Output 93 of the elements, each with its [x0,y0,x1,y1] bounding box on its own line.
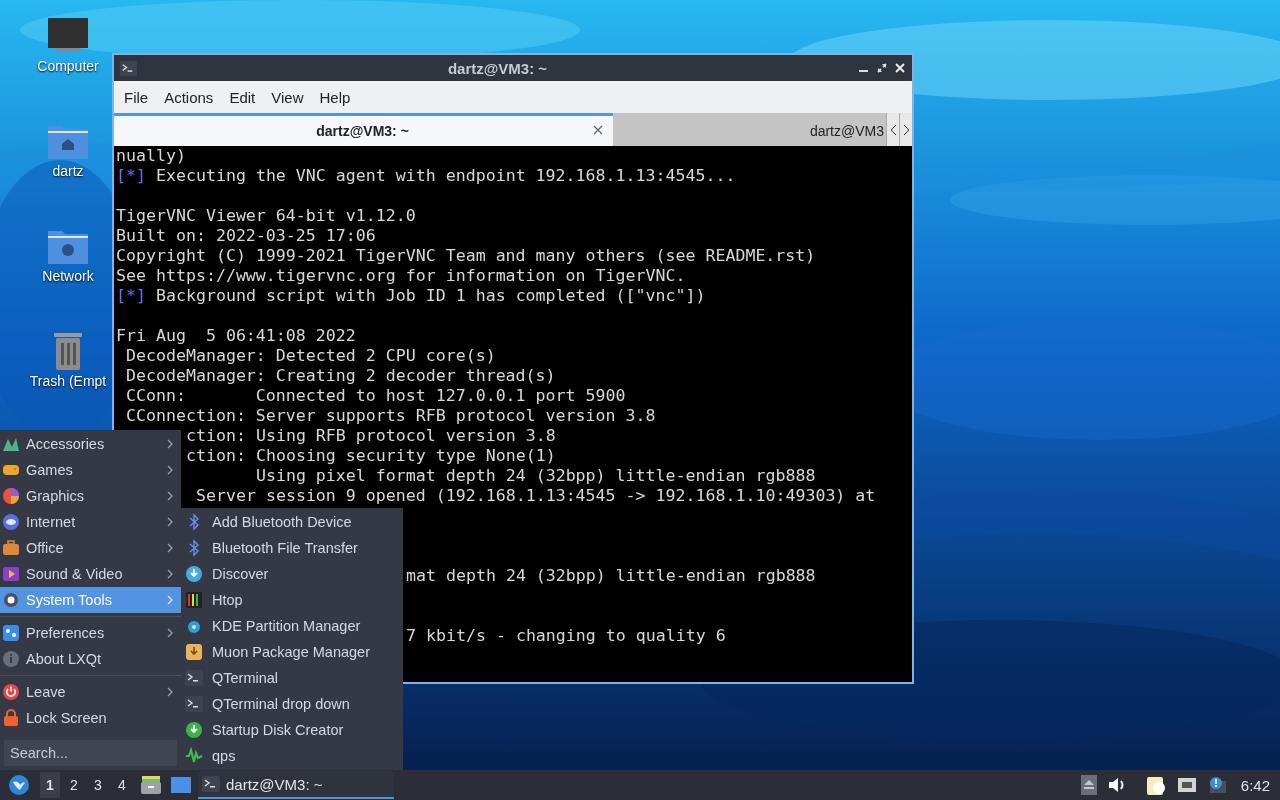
menu-item[interactable]: Actions [156,84,222,110]
menu-item[interactable]: Muon Package Manager [181,639,403,665]
chevron-right-icon [167,569,173,579]
preferences-icon [2,624,20,642]
terminal-line: ction: Using RFB protocol version 3.8 [186,426,556,446]
desktop-icon-label[interactable]: Network [42,268,94,284]
menu-item[interactable]: Leave [0,679,181,705]
chevron-left-icon [889,123,897,136]
terminal-icon [202,775,220,793]
window-title: dartz@VM3: ~ [446,59,549,77]
terminal-line: Using pixel format depth 24 (32bpp) little-endian rgb888 [254,466,816,486]
menu-item[interactable]: Sound & Video [0,561,181,587]
menu-item[interactable]: About LXQt [0,646,181,672]
chevron-right-icon [902,123,910,136]
terminal-line: DecodeManager: Detected 2 CPU core(s) [125,346,496,366]
terminal-line: nually) [116,146,186,166]
terminal-line: Fri Aug 5 06:41:08 2022 [116,326,356,346]
terminal-line: Background script with Job ID 1 has completed (["vnc"]) [156,286,706,306]
media-icon [2,565,20,583]
chevron-right-icon [167,465,173,475]
terminal-line: 7 kbit/s - changing to quality 6 [406,626,726,646]
download-icon [185,565,203,583]
gear-icon [2,591,20,609]
menu-item[interactable]: View [263,84,312,110]
desktop-icon-label[interactable]: Trash (Empt [29,373,107,389]
terminal-line: DecodeManager: Creating 2 decoder thread(s) [125,366,556,386]
terminal-line: Server session 9 opened (192.168.1.13:4545 -> 192.168.1.10:49303) at [195,486,876,506]
menu-item[interactable]: Lock Screen [0,705,181,731]
desktop-icon-label[interactable]: dartz [52,163,84,179]
desktop-icon[interactable] [170,775,192,795]
waveform-icon [185,747,203,765]
menu-item[interactable]: QTerminal drop down [181,691,403,717]
power-icon [2,683,20,701]
chevron-right-icon [167,628,173,638]
status-marker: [*] [116,166,146,186]
terminal-icon [120,59,137,77]
terminal-line: CConnection: Server supports RFB protocol version 3.8 [125,406,656,426]
desktop-switch[interactable]: 1 [40,772,60,798]
globe-icon [2,513,20,531]
search-field[interactable]: Search... [4,740,177,766]
eject-icon[interactable] [1080,775,1097,795]
menu-item[interactable]: Discover [181,561,403,587]
menu-item[interactable]: Accessories [0,431,181,457]
lock-icon [2,709,20,727]
terminal-tab[interactable]: dartz@VM3: ~ [114,113,613,146]
chevron-right-icon [167,439,173,449]
desktop-switch[interactable]: 2 [64,772,84,798]
menu-item[interactable]: Graphics [0,483,181,509]
package-icon [185,643,203,661]
menu-item[interactable]: qps [181,743,403,769]
terminal-line: mat depth 24 (32bpp) little-endian rgb888 [406,566,816,586]
terminal-line: See https://www.tigervnc.org for information on TigerVNC. [116,266,686,286]
maximize-icon[interactable] [876,62,888,74]
terminal-line: Copyright (C) 1999-2021 TigerVNC Team and many others (see README.rst) [116,246,816,266]
menu-item[interactable]: Htop [181,587,403,613]
menu-item[interactable]: Internet [0,509,181,535]
chevron-right-icon [167,543,173,553]
scroll-left-button[interactable] [886,113,899,146]
terminal-icon [185,695,203,713]
briefcase-icon [2,539,20,557]
bars-icon [185,591,203,609]
desktop-switch[interactable]: 3 [88,772,108,798]
scroll-right-button[interactable] [899,113,912,146]
terminal-icon [185,669,203,687]
menu-item[interactable]: Add Bluetooth Device [181,509,403,535]
menu-item[interactable]: Help [311,84,359,110]
chevron-right-icon [167,491,173,501]
menu-item[interactable]: File [116,84,157,110]
menu-item[interactable]: Edit [221,84,264,110]
terminal-line: Built on: 2022-03-25 17:06 [116,226,376,246]
chevron-right-icon [167,517,173,527]
menu-item[interactable]: QTerminal [181,665,403,691]
graphics-icon [2,487,20,505]
chevron-right-icon [167,687,173,697]
menu-item[interactable]: Bluetooth File Transfer [181,535,403,561]
menu-item[interactable]: Preferences [0,620,181,646]
terminal-line: CConn: Connected to host 127.0.0.1 port 5900 [125,386,626,406]
terminal-line: ction: Choosing security type None(1) [186,446,556,466]
terminal-line: Executing the VNC agent with endpoint 192.168.1.13:4545... [156,166,736,186]
download-icon [185,721,203,739]
close-icon[interactable] [593,125,603,135]
file-cabinet-icon[interactable] [140,775,162,795]
menu-item[interactable]: KDE Partition Manager [181,613,403,639]
menu-item[interactable]: Games [0,457,181,483]
menu-item[interactable]: Startup Disk Creator [181,717,403,743]
menu-item[interactable]: Office [0,535,181,561]
terminal-tab[interactable]: dartz@VM3 [613,113,886,146]
status-marker: [*] [116,286,146,306]
clock[interactable]: 6:42 [1240,776,1270,794]
desktop-switch[interactable]: 4 [112,772,132,798]
task-button[interactable]: dartz@VM3: ~ [198,771,394,799]
chevron-right-icon [167,595,173,605]
terminal-line: TigerVNC Viewer 64-bit v1.12.0 [116,206,416,226]
